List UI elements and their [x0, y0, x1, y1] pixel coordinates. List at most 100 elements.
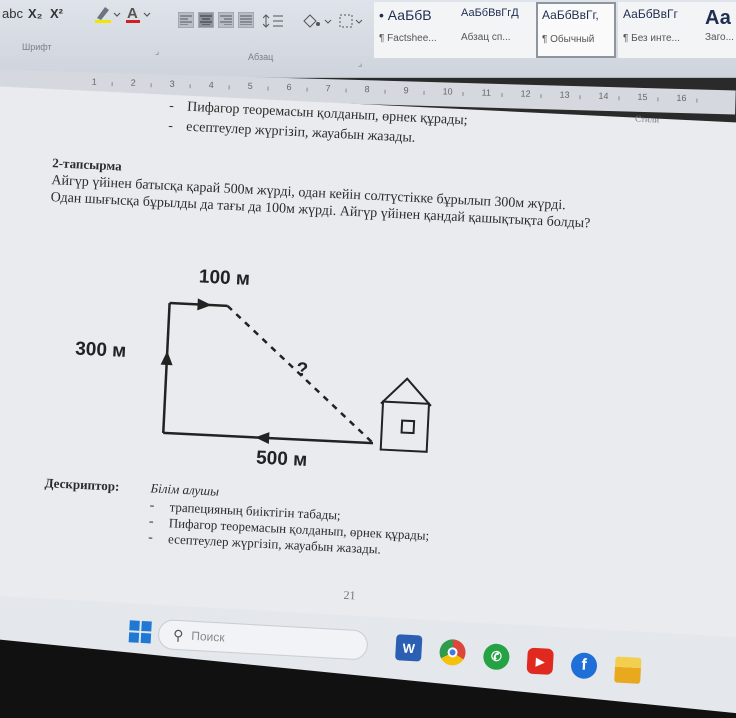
align-left-button[interactable] — [178, 12, 194, 28]
style-name: Заго... — [705, 32, 734, 43]
ruler-number: 3 — [169, 78, 175, 89]
ruler-number: 16 — [676, 92, 687, 104]
ruler-number: 11 — [481, 87, 492, 98]
file-explorer-taskbar-icon[interactable] — [614, 656, 642, 684]
style-factsheet[interactable]: • АаБбВ ¶ Factshee... — [374, 2, 456, 58]
style-name: ¶ Factshee... — [379, 33, 437, 44]
label-question: ? — [295, 359, 309, 381]
chrome-center-dot — [447, 647, 458, 658]
word-taskbar-icon[interactable]: W — [395, 634, 423, 662]
style-sample: • АаБбВ — [379, 7, 432, 23]
style-name: Абзац сп... — [461, 32, 511, 43]
style-sample: Аа — [705, 7, 731, 29]
align-right-button[interactable] — [218, 12, 234, 28]
ruler-number: 6 — [286, 82, 292, 93]
ruler-number: 1 — [91, 76, 97, 87]
route-diagram: 100 м 300 м 500 м ? — [75, 262, 471, 497]
borders-button[interactable] — [338, 12, 366, 30]
borders-icon — [339, 14, 363, 28]
paragraph-group-label: Абзац — [248, 52, 274, 62]
ruler-number: 7 — [325, 83, 331, 94]
ruler-number: 5 — [247, 80, 253, 92]
style-list-paragraph[interactable]: АаБбВвГгД Абзац сп... — [456, 2, 538, 58]
search-placeholder: Поиск — [190, 628, 225, 645]
ruler-number: 12 — [520, 88, 531, 99]
superscript-button[interactable]: X² — [50, 6, 63, 21]
style-heading-1[interactable]: Аа Заго... — [700, 2, 736, 58]
ruler-tick — [267, 86, 269, 91]
highlight-color-button[interactable] — [92, 4, 122, 24]
whatsapp-taskbar-icon[interactable]: ✆ — [482, 643, 511, 671]
style-name: ¶ Без инте... — [623, 33, 680, 44]
ruler-number: 14 — [598, 90, 609, 101]
ribbon: abc X₂ X² A Шрифт ⌟ Абзац ⌟ • АаБбВ ¶ Fa… — [0, 0, 736, 78]
ruler-number: 4 — [208, 79, 214, 90]
style-name: ¶ Обычный — [542, 34, 595, 45]
ruler-number: 2 — [130, 77, 136, 88]
style-normal[interactable]: АаБбВвГг, ¶ Обычный — [536, 2, 616, 58]
ruler-tick — [501, 93, 503, 98]
line-spacing-button[interactable] — [262, 12, 292, 30]
ruler-tick — [306, 87, 308, 92]
ruler-tick — [618, 96, 620, 101]
ruler-tick — [189, 84, 191, 89]
label-100m: 100 м — [198, 266, 251, 290]
ruler-tick — [540, 94, 542, 99]
bullet-marker: - — [147, 530, 154, 546]
style-no-spacing[interactable]: АаБбВвГг ¶ Без инте... — [618, 2, 700, 58]
start-button[interactable] — [127, 619, 153, 649]
ruler-number: 10 — [442, 86, 453, 97]
arrow-north — [160, 350, 173, 366]
style-sample: АаБбВвГгД — [461, 7, 519, 19]
bullet-marker: - — [168, 98, 175, 114]
ruler-tick — [423, 90, 425, 95]
arrow-east — [197, 298, 212, 311]
font-color-button[interactable]: A — [124, 4, 154, 24]
task-title: 2-тапсырма — [51, 155, 123, 174]
house-icon — [379, 377, 432, 453]
label-500m: 500 м — [255, 447, 308, 471]
windows-start-icon — [128, 620, 152, 644]
line-spacing-icon — [263, 14, 283, 28]
styles-group-label: Стили — [634, 113, 660, 125]
facebook-taskbar-icon[interactable]: f — [570, 652, 598, 680]
descriptor-heading: Білім алушы — [150, 480, 220, 499]
ruler-number: 9 — [403, 85, 409, 96]
subscript-button[interactable]: X₂ — [28, 6, 42, 21]
ruler-tick — [462, 91, 464, 96]
shading-button[interactable] — [300, 12, 334, 30]
align-center-button[interactable] — [198, 12, 214, 28]
taskbar-search[interactable]: ⚲ Поиск — [157, 618, 369, 661]
ruler-tick — [579, 95, 581, 100]
svg-text:A: A — [127, 5, 138, 22]
ruler-tick — [696, 98, 698, 103]
ruler-tick — [228, 85, 230, 90]
style-sample: АаБбВвГг, — [542, 8, 599, 22]
document-page[interactable]: Стили - Пифагор теоремасын қолданып, өрн… — [0, 86, 736, 654]
highlight-pen-icon — [95, 7, 121, 23]
bullet-marker: - — [149, 498, 155, 514]
justify-icon — [240, 15, 252, 25]
ruler-number: 13 — [559, 89, 570, 100]
ruler-tick — [657, 97, 659, 102]
ruler-tick — [150, 83, 152, 88]
bullet-marker: - — [148, 514, 154, 530]
align-left-icon — [180, 15, 192, 25]
search-icon: ⚲ — [172, 626, 184, 643]
ruler-number: 8 — [364, 84, 370, 95]
youtube-taskbar-icon[interactable]: ▶ — [526, 647, 554, 675]
font-dialog-launcher-icon[interactable]: ⌟ — [155, 46, 159, 57]
paragraph-dialog-launcher-icon[interactable]: ⌟ — [358, 58, 362, 69]
style-sample: АаБбВвГг — [623, 7, 678, 21]
justify-button[interactable] — [238, 12, 254, 28]
paint-bucket-icon — [303, 14, 332, 28]
font-color-icon: A — [126, 5, 151, 23]
strikethrough-button[interactable]: abc — [2, 6, 23, 21]
ruler-tick — [345, 88, 347, 93]
bullet-marker: - — [167, 118, 174, 134]
ruler-number: 15 — [637, 91, 648, 103]
arrow-west — [255, 432, 270, 445]
path-north — [162, 302, 171, 433]
font-group-label: Шрифт — [22, 42, 52, 52]
chrome-taskbar-icon[interactable] — [438, 638, 467, 667]
